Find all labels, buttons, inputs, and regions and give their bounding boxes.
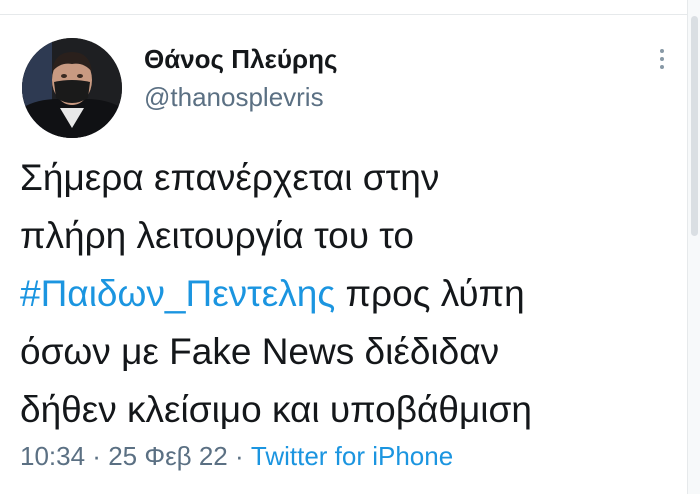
hashtag-link[interactable]: #Παιδων_Πεντελης (20, 273, 335, 314)
tweet-line-4: όσων με Fake News διέδιδαν (20, 331, 500, 372)
tweet-source-link[interactable]: Twitter for iPhone (251, 441, 453, 471)
scrollbar-thumb[interactable] (691, 16, 698, 236)
tweet-card: Θάνος Πλεύρης @thanosplevris Σήμερα επαν… (0, 15, 688, 494)
tweet-meta: 10:34 · 25 Φεβ 22 · Twitter for iPhone (20, 441, 453, 472)
display-name[interactable]: Θάνος Πλεύρης (144, 44, 338, 75)
tweet-line-5: δήθεν κλείσιμο και υποβάθμιση (20, 389, 532, 430)
avatar[interactable] (22, 38, 122, 138)
tweet-line-1: Σήμερα επανέρχεται στην (20, 157, 440, 198)
user-handle[interactable]: @thanosplevris (144, 82, 324, 113)
tweet-date[interactable]: 25 Φεβ 22 (108, 441, 228, 471)
tweet-time[interactable]: 10:34 (20, 441, 85, 471)
tweet-line-3-rest: προς λύπη (335, 273, 525, 314)
top-divider (0, 0, 700, 15)
tweet-line-2: πλήρη λειτουργία του το (20, 215, 414, 256)
tweet-line-3: #Παιδων_Πεντελης προς λύπη (20, 265, 680, 323)
more-options-button[interactable] (652, 46, 672, 80)
meta-separator: · (227, 441, 251, 471)
more-vertical-icon (652, 49, 672, 69)
avatar-photo (22, 38, 122, 138)
tweet-text: Σήμερα επανέρχεται στην πλήρη λειτουργία… (20, 149, 680, 439)
meta-separator: · (85, 441, 109, 471)
scrollbar[interactable] (687, 0, 700, 494)
